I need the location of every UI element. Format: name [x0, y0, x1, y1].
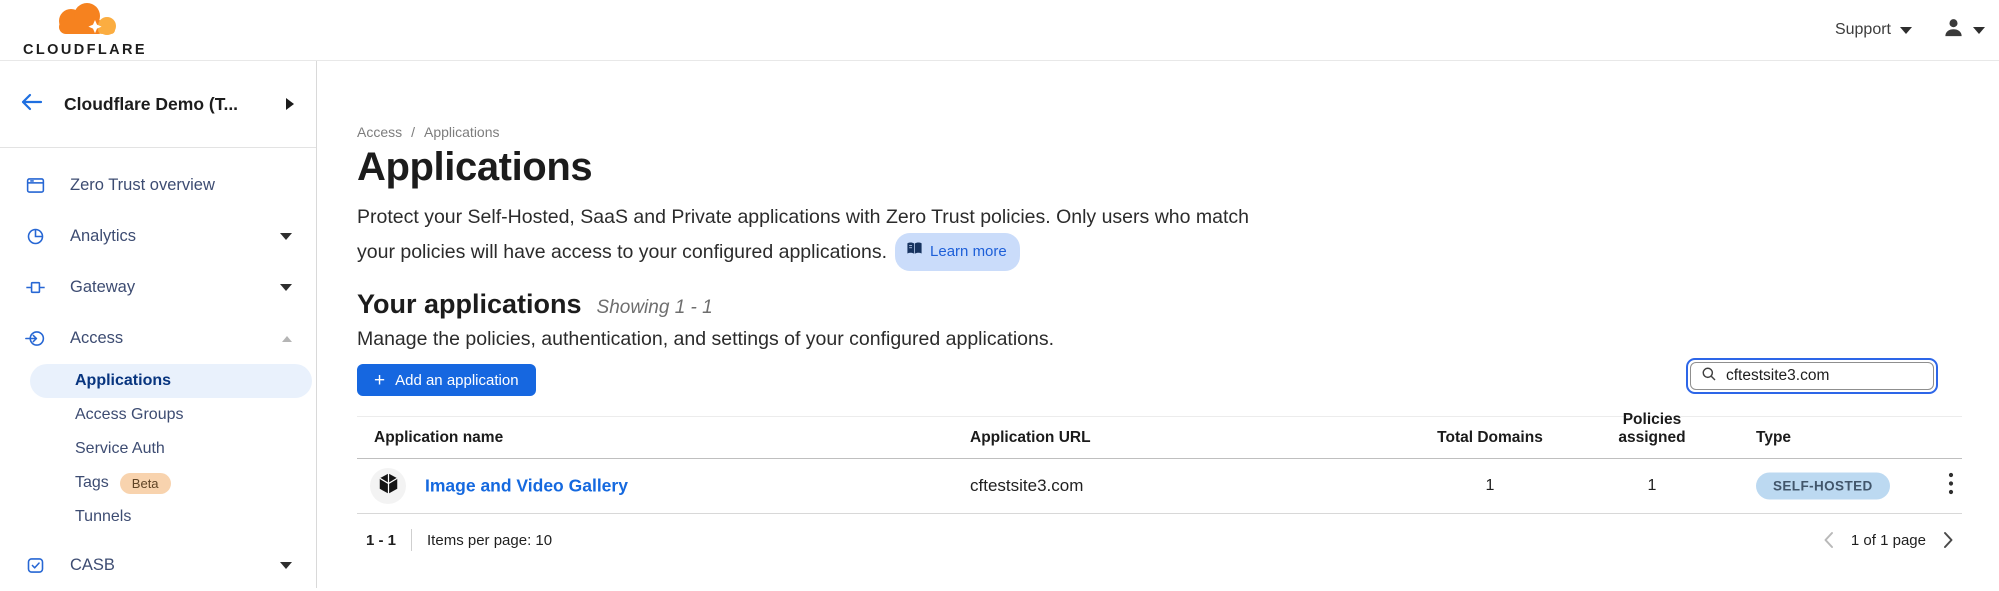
page-range: 1 - 1 — [366, 532, 396, 549]
column-header-total-domains: Total Domains — [1430, 429, 1550, 447]
sidebar-item-tunnels[interactable]: Tunnels — [0, 500, 316, 534]
sidebar-item-label: Tags — [75, 474, 109, 492]
previous-page-icon[interactable] — [1821, 529, 1836, 551]
sidebar-item-label: Service Auth — [75, 440, 165, 458]
search-box — [1686, 358, 1938, 394]
app-avatar — [370, 468, 406, 504]
sidebar-item-analytics[interactable]: Analytics — [0, 211, 316, 262]
sidebar-item-access[interactable]: Access — [0, 313, 316, 364]
sidebar-account-header: Cloudflare Demo (T... — [0, 61, 316, 148]
page-description: Protect your Self-Hosted, SaaS and Priva… — [357, 202, 1252, 271]
chevron-down-icon — [1973, 27, 1985, 34]
sidebar-item-label: CASB — [70, 556, 115, 575]
table-row: Image and Video Gallery cftestsite3.com … — [357, 459, 1962, 514]
chevron-down-icon — [280, 233, 292, 240]
policies-assigned-value: 1 — [1592, 477, 1712, 495]
gateway-icon — [24, 277, 46, 299]
sidebar-item-label: Access Groups — [75, 406, 183, 424]
sidebar-item-applications[interactable]: Applications — [30, 364, 312, 398]
user-menu[interactable] — [1942, 16, 1985, 44]
chevron-down-icon — [280, 284, 292, 291]
column-header-policies-assigned: Policies assigned — [1592, 411, 1712, 447]
page-title: Applications — [357, 145, 592, 190]
sidebar-item-label: Access — [70, 329, 123, 348]
sidebar-item-access-groups[interactable]: Access Groups — [0, 398, 316, 432]
account-title: Cloudflare Demo (T... — [64, 94, 286, 115]
total-domains-value: 1 — [1430, 477, 1550, 495]
items-per-page-label: Items per page: 10 — [427, 532, 552, 549]
sidebar-item-gateway[interactable]: Gateway — [0, 262, 316, 313]
cloudflare-logo[interactable]: CLOUDFLARE — [18, 3, 152, 58]
breadcrumb: Access / Applications — [357, 124, 500, 140]
topbar: CLOUDFLARE Support — [0, 0, 1999, 61]
book-icon — [906, 236, 923, 267]
sidebar-item-label: Analytics — [70, 227, 136, 246]
pagination-divider — [411, 529, 412, 551]
sidebar-nav: Zero Trust overview Analytics Gateway — [0, 148, 316, 591]
breadcrumb-separator: / — [411, 124, 415, 140]
applications-table: Application name Application URL Total D… — [357, 416, 1962, 514]
row-actions-kebab-icon[interactable] — [1942, 470, 1960, 503]
main-content: Access / Applications Applications Prote… — [317, 61, 1999, 588]
section-header: Your applications Showing 1 - 1 — [357, 289, 713, 320]
sidebar-item-casb[interactable]: CASB — [0, 540, 316, 591]
section-title: Your applications — [357, 289, 582, 320]
breadcrumb-applications[interactable]: Applications — [424, 124, 500, 140]
cloudflare-cloud-icon — [48, 3, 122, 41]
next-page-icon[interactable] — [1941, 529, 1956, 551]
browser-window-icon — [24, 175, 46, 197]
support-menu[interactable]: Support — [1835, 21, 1912, 39]
chevron-down-icon — [1900, 27, 1912, 34]
back-arrow-icon[interactable] — [20, 92, 44, 117]
pie-chart-icon — [24, 226, 46, 248]
sidebar-item-tags[interactable]: Tags Beta — [0, 466, 316, 500]
sidebar-item-label: Gateway — [70, 278, 135, 297]
add-application-button[interactable]: + Add an application — [357, 364, 536, 396]
user-avatar-icon — [1942, 16, 1965, 44]
column-header-application-name: Application name — [374, 429, 503, 447]
sidebar-item-label: Applications — [75, 372, 171, 390]
learn-more-button[interactable]: Learn more — [895, 233, 1020, 271]
access-arrow-icon — [24, 328, 46, 350]
column-header-type: Type — [1756, 429, 1791, 447]
application-name-link[interactable]: Image and Video Gallery — [425, 476, 628, 497]
sidebar-item-label: Tunnels — [75, 508, 131, 526]
search-input[interactable] — [1726, 367, 1923, 385]
cloudflare-logo-text: CLOUDFLARE — [23, 42, 147, 58]
page-description-text: Protect your Self-Hosted, SaaS and Priva… — [357, 206, 1249, 263]
beta-badge: Beta — [120, 473, 171, 494]
shield-check-icon — [24, 555, 46, 577]
application-url: cftestsite3.com — [970, 476, 1083, 496]
chevron-down-icon — [280, 562, 292, 569]
search-inner — [1690, 362, 1934, 390]
type-badge: SELF-HOSTED — [1756, 473, 1890, 500]
table-header-row: Application name Application URL Total D… — [357, 416, 1962, 459]
showing-count: Showing 1 - 1 — [597, 297, 713, 319]
pagination-bar: 1 - 1 Items per page: 10 1 of 1 page — [357, 520, 1962, 560]
expand-right-icon[interactable] — [286, 98, 294, 110]
cube-icon — [378, 472, 399, 500]
search-icon — [1701, 366, 1717, 387]
breadcrumb-access[interactable]: Access — [357, 124, 402, 140]
support-label: Support — [1835, 21, 1891, 39]
plus-icon: + — [374, 371, 385, 390]
add-application-label: Add an application — [395, 372, 518, 389]
page-status: 1 of 1 page — [1851, 532, 1926, 549]
column-header-application-url: Application URL — [970, 429, 1091, 447]
chevron-up-icon — [282, 336, 292, 342]
learn-more-label: Learn more — [930, 236, 1007, 267]
sidebar-item-label: Zero Trust overview — [70, 176, 215, 195]
sidebar-item-service-auth[interactable]: Service Auth — [0, 432, 316, 466]
section-subtitle: Manage the policies, authentication, and… — [357, 328, 1054, 351]
sidebar: Cloudflare Demo (T... Zero Trust overvie… — [0, 61, 317, 588]
sidebar-item-zero-trust-overview[interactable]: Zero Trust overview — [0, 160, 316, 211]
